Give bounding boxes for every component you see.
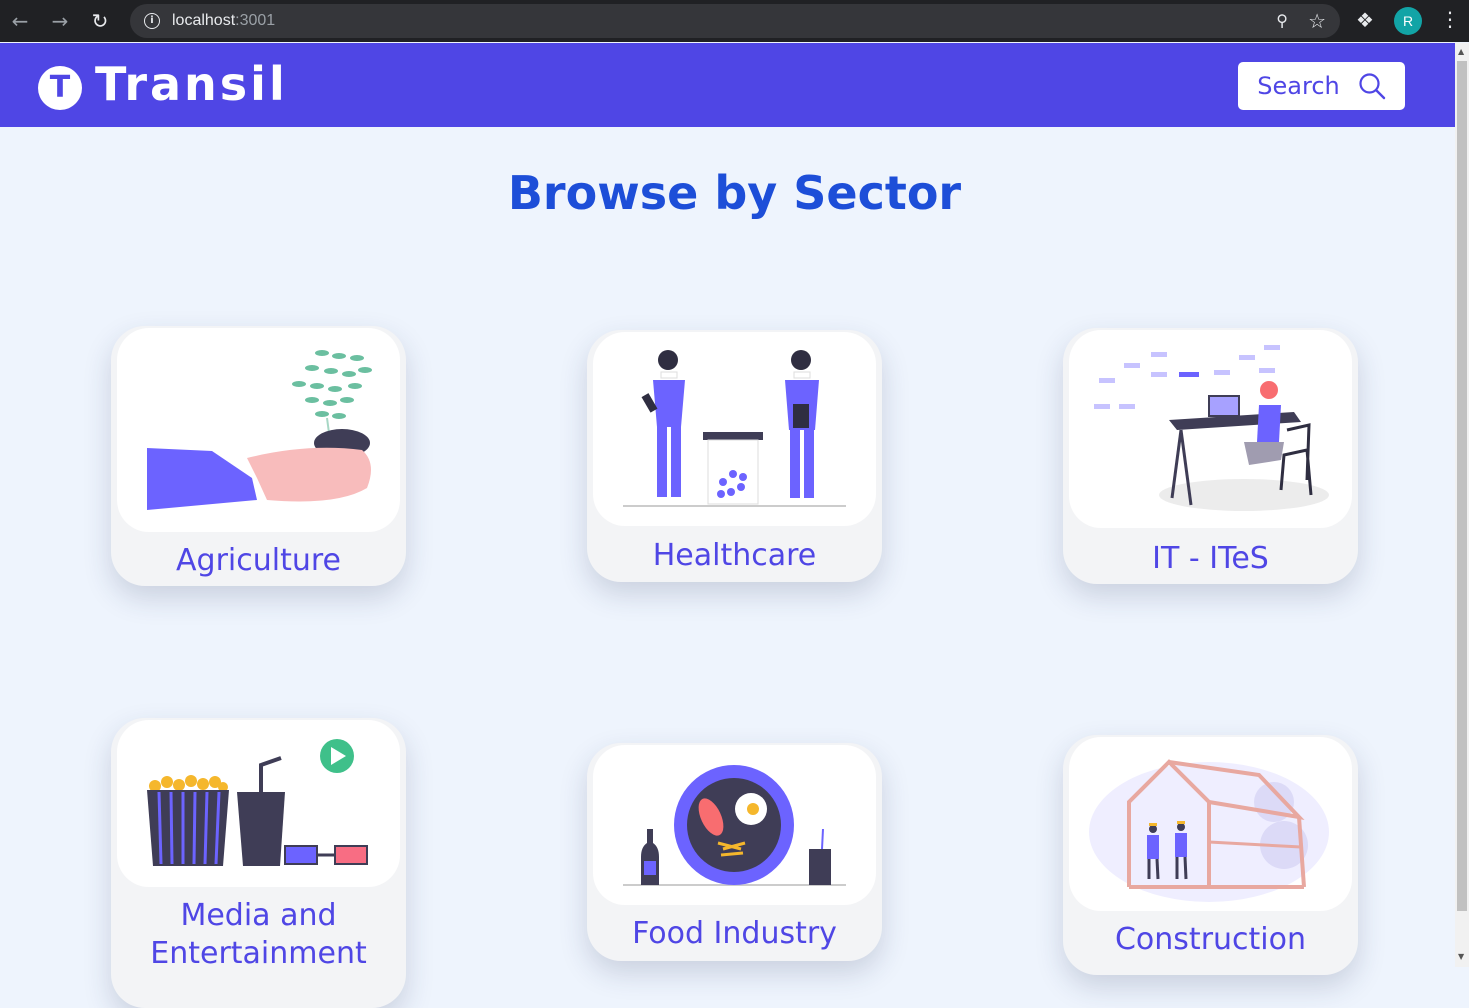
bookmark-star-icon[interactable]: ☆: [1308, 9, 1326, 33]
sector-card-food-industry[interactable]: Food Industry: [587, 743, 882, 961]
profile-avatar[interactable]: R: [1394, 7, 1422, 35]
food-illustration: [593, 745, 876, 905]
reload-icon[interactable]: ↻: [80, 9, 120, 33]
sector-label: Healthcare: [652, 538, 817, 573]
browser-menu-icon[interactable]: ⋮: [1440, 7, 1460, 31]
zoom-icon[interactable]: ⚲: [1276, 11, 1288, 30]
sector-card-healthcare[interactable]: Healthcare: [587, 330, 882, 582]
search-button-label: Search: [1257, 72, 1340, 100]
logo-icon[interactable]: T: [38, 66, 82, 110]
healthcare-illustration: [593, 332, 876, 526]
search-button[interactable]: Search: [1238, 62, 1405, 110]
it-ites-illustration: [1069, 330, 1352, 528]
browser-toolbar: ← → ↻ i localhost:3001 ⚲ ☆ ❖ R ⋮: [0, 0, 1469, 42]
sector-card-media-and-entertainment[interactable]: Media and Entertainment: [111, 718, 406, 1008]
sector-label: Construction: [1114, 922, 1306, 957]
url-host: localhost: [172, 12, 236, 29]
app-header: T Transil Search: [0, 43, 1455, 127]
back-arrow-icon[interactable]: ←: [0, 9, 40, 33]
sector-label: Media and Entertainment: [150, 898, 367, 971]
scroll-down-icon[interactable]: ▼: [1458, 952, 1464, 961]
construction-illustration: [1069, 737, 1352, 911]
site-info-icon[interactable]: i: [144, 13, 160, 29]
agriculture-illustration: [117, 328, 400, 532]
brand-name[interactable]: Transil: [95, 57, 288, 111]
sector-label: Food Industry: [632, 916, 837, 951]
address-bar[interactable]: i localhost:3001 ⚲ ☆: [130, 4, 1340, 38]
media-illustration: [117, 720, 400, 887]
forward-arrow-icon[interactable]: →: [40, 9, 80, 33]
extensions-puzzle-icon[interactable]: ❖: [1356, 8, 1374, 32]
sector-card-agriculture[interactable]: Agriculture: [111, 326, 406, 586]
search-icon: [1359, 73, 1385, 100]
url-port: :3001: [235, 12, 276, 29]
sector-card-it-ites[interactable]: IT - ITeS: [1063, 328, 1358, 584]
sector-label: IT - ITeS: [1152, 541, 1269, 576]
url-text: localhost:3001: [172, 12, 275, 30]
sector-label: Agriculture: [176, 543, 341, 578]
scroll-up-icon[interactable]: ▲: [1458, 47, 1464, 56]
page-title: Browse by Sector: [507, 166, 962, 220]
sector-card-construction[interactable]: Construction: [1063, 735, 1358, 975]
